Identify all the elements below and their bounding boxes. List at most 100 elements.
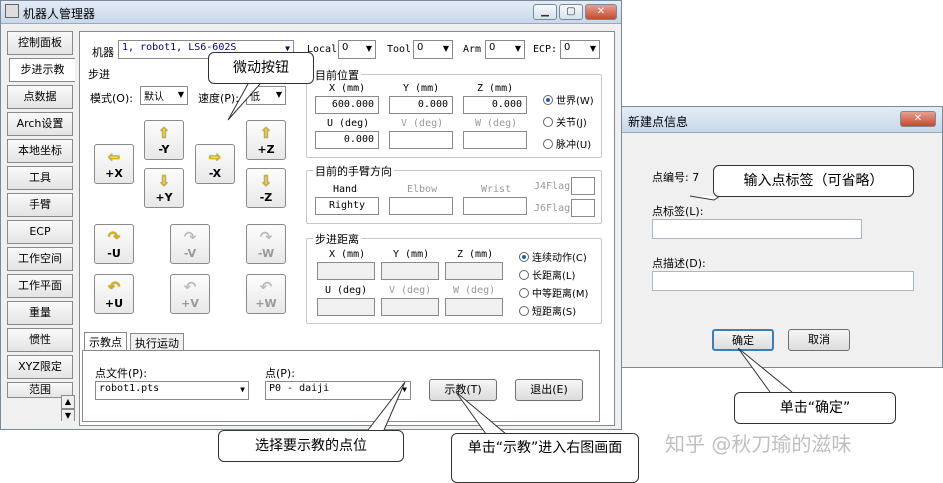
jog-plus-w-button[interactable]: ↶ +W <box>246 274 286 314</box>
step-y-label: Y (mm) <box>393 249 430 260</box>
jog-minus-w-button[interactable]: ↷ -W <box>246 224 286 264</box>
pos-z-label: Z (mm) <box>477 83 514 94</box>
sidebar-item-control-panel[interactable]: 控制面板 <box>7 31 73 55</box>
j4flag-value <box>571 177 595 195</box>
jog-plus-v-button[interactable]: ↶ +V <box>170 274 210 314</box>
speed-select[interactable]: 低 ▼ <box>246 86 286 105</box>
elbow-label: Elbow <box>407 184 438 195</box>
rotate-icon: ↷ <box>259 228 273 246</box>
callout-jog-buttons: 微动按钮 <box>208 52 314 84</box>
pos-w-label: W (deg) <box>475 118 518 129</box>
rotate-back-icon: ↶ <box>107 278 121 296</box>
sidebar-item-ecp[interactable]: ECP <box>7 220 73 244</box>
exit-button[interactable]: 退出(E) <box>515 379 583 401</box>
jog-plus-u-button[interactable]: ↶ +U <box>94 274 134 314</box>
point-file-label: 点文件(P): <box>95 367 147 380</box>
pos-v-label: V (deg) <box>401 118 444 129</box>
sidebar-item-weight[interactable]: 重量 <box>7 301 73 325</box>
callout-tag: 输入点标签（可省略） <box>713 165 914 197</box>
arrow-down-icon: ⇩ <box>157 172 171 190</box>
point-tag-input[interactable] <box>652 219 862 239</box>
callout-ok: 单击“确定” <box>734 392 896 424</box>
mode-select[interactable]: 默认 ▼ <box>140 86 188 105</box>
rotate-back-icon: ↶ <box>183 278 197 296</box>
mode-label: 模式(O): <box>90 92 133 105</box>
jog-minus-z-button[interactable]: ⇩ -Z <box>246 168 286 208</box>
step-v-value[interactable] <box>381 298 439 316</box>
radio-long[interactable]: 长距离(L) <box>519 267 575 282</box>
teach-button[interactable]: 示教(T) <box>429 379 497 401</box>
local-select[interactable]: 0 ▼ <box>338 40 376 59</box>
step-y-value[interactable] <box>381 262 439 280</box>
sidebar-item-arch[interactable]: Arch设置 <box>7 112 73 136</box>
step-x-label: X (mm) <box>329 249 366 260</box>
step-z-value[interactable] <box>445 262 503 280</box>
tab-teach-point[interactable]: 示教点 <box>84 332 127 350</box>
radio-continuous[interactable]: 连续动作(C) <box>519 249 587 264</box>
ecp-select[interactable]: 0 ▼ <box>560 40 600 59</box>
radio-joint[interactable]: 关节(J) <box>543 114 587 129</box>
arrow-right-icon: ⇨ <box>208 148 222 166</box>
point-select[interactable]: P0 - daiji ▼ <box>265 381 411 400</box>
arrow-up-icon: ⇧ <box>157 124 171 142</box>
point-file-select[interactable]: robot1.pts ▼ <box>95 381 249 400</box>
step-v-label: V (deg) <box>389 285 432 296</box>
sidebar-item-tool[interactable]: 工具 <box>7 166 73 190</box>
arm-orientation-group: 目前的手臂方向 Hand Elbow Wrist Righty J4Flag J… <box>306 163 602 224</box>
chevron-down-icon: ▼ <box>275 90 282 99</box>
sidebar-item-box[interactable]: 工作空间 <box>7 247 73 271</box>
sidebar-item-jog-teach[interactable]: 步进示教 <box>9 58 75 82</box>
callout-select-point: 选择要示教的点位 <box>218 430 404 462</box>
sidebar-item-arm[interactable]: 手臂 <box>7 193 73 217</box>
radio-short[interactable]: 短距离(S) <box>519 303 576 318</box>
pos-w-value <box>463 131 527 149</box>
wrist-label: Wrist <box>481 184 512 195</box>
maximize-button[interactable]: ▢ <box>559 4 583 20</box>
jog-plus-y-button[interactable]: ⇩ +Y <box>144 168 184 208</box>
radio-world[interactable]: 世界(W) <box>543 92 594 107</box>
chevron-down-icon: ▼ <box>442 44 449 53</box>
scroll-up-icon[interactable]: ▲ <box>61 395 75 409</box>
scroll-down-icon[interactable]: ▼ <box>61 409 75 421</box>
new-point-dialog: 新建点信息 ✕ 点编号: 7 点标签(L): 点描述(D): 确定 取消 <box>621 106 943 368</box>
dialog-cancel-button[interactable]: 取消 <box>788 329 850 351</box>
j6flag-value <box>571 199 595 217</box>
jog-minus-x-button[interactable]: ⇨ -X <box>195 144 235 184</box>
tool-select[interactable]: 0 ▼ <box>413 40 453 59</box>
close-button[interactable]: ✕ <box>585 4 617 20</box>
j4flag-label: J4Flag <box>534 181 571 192</box>
dialog-close-button[interactable]: ✕ <box>900 111 936 127</box>
arm-select[interactable]: 0 ▼ <box>485 40 525 59</box>
step-x-value[interactable] <box>317 262 375 280</box>
point-desc-label: 点描述(D): <box>652 257 706 270</box>
radio-pulse[interactable]: 脉冲(U) <box>543 136 591 151</box>
minimize-button[interactable]: ▁ <box>533 4 557 20</box>
point-desc-input[interactable] <box>652 271 914 291</box>
sidebar-item-plane[interactable]: 工作平面 <box>7 274 73 298</box>
pos-y-value: 0.000 <box>389 96 453 114</box>
jog-minus-u-button[interactable]: ↷ -U <box>94 224 134 264</box>
step-z-label: Z (mm) <box>457 249 494 260</box>
step-w-value[interactable] <box>445 298 503 316</box>
sidebar-item-local[interactable]: 本地坐标 <box>7 139 73 163</box>
pos-z-value: 0.000 <box>463 96 527 114</box>
chevron-down-icon: ▼ <box>177 90 184 99</box>
step-u-label: U (deg) <box>325 285 368 296</box>
point-tag-label: 点标签(L): <box>652 205 704 218</box>
jog-plus-z-button[interactable]: ⇧ +Z <box>246 120 286 160</box>
app-icon <box>5 4 19 18</box>
radio-medium[interactable]: 中等距离(M) <box>519 285 588 300</box>
sidebar-item-xyzlim[interactable]: XYZ限定 <box>7 355 73 379</box>
chevron-down-icon: ▼ <box>589 44 596 53</box>
jog-minus-y-button[interactable]: ⇧ -Y <box>144 120 184 160</box>
jog-plus-x-button[interactable]: ⇦ +X <box>94 144 134 184</box>
sidebar-item-points[interactable]: 点数据 <box>7 85 73 109</box>
step-u-value[interactable] <box>317 298 375 316</box>
dialog-ok-button[interactable]: 确定 <box>712 329 774 351</box>
sidebar-item-inertia[interactable]: 惯性 <box>7 328 73 352</box>
arrow-left-icon: ⇦ <box>107 148 121 166</box>
jog-minus-v-button[interactable]: ↷ -V <box>170 224 210 264</box>
point-number-label: 点编号: 7 <box>652 171 700 184</box>
tab-execute-motion[interactable]: 执行运动 <box>130 333 184 351</box>
rotate-icon: ↷ <box>183 228 197 246</box>
